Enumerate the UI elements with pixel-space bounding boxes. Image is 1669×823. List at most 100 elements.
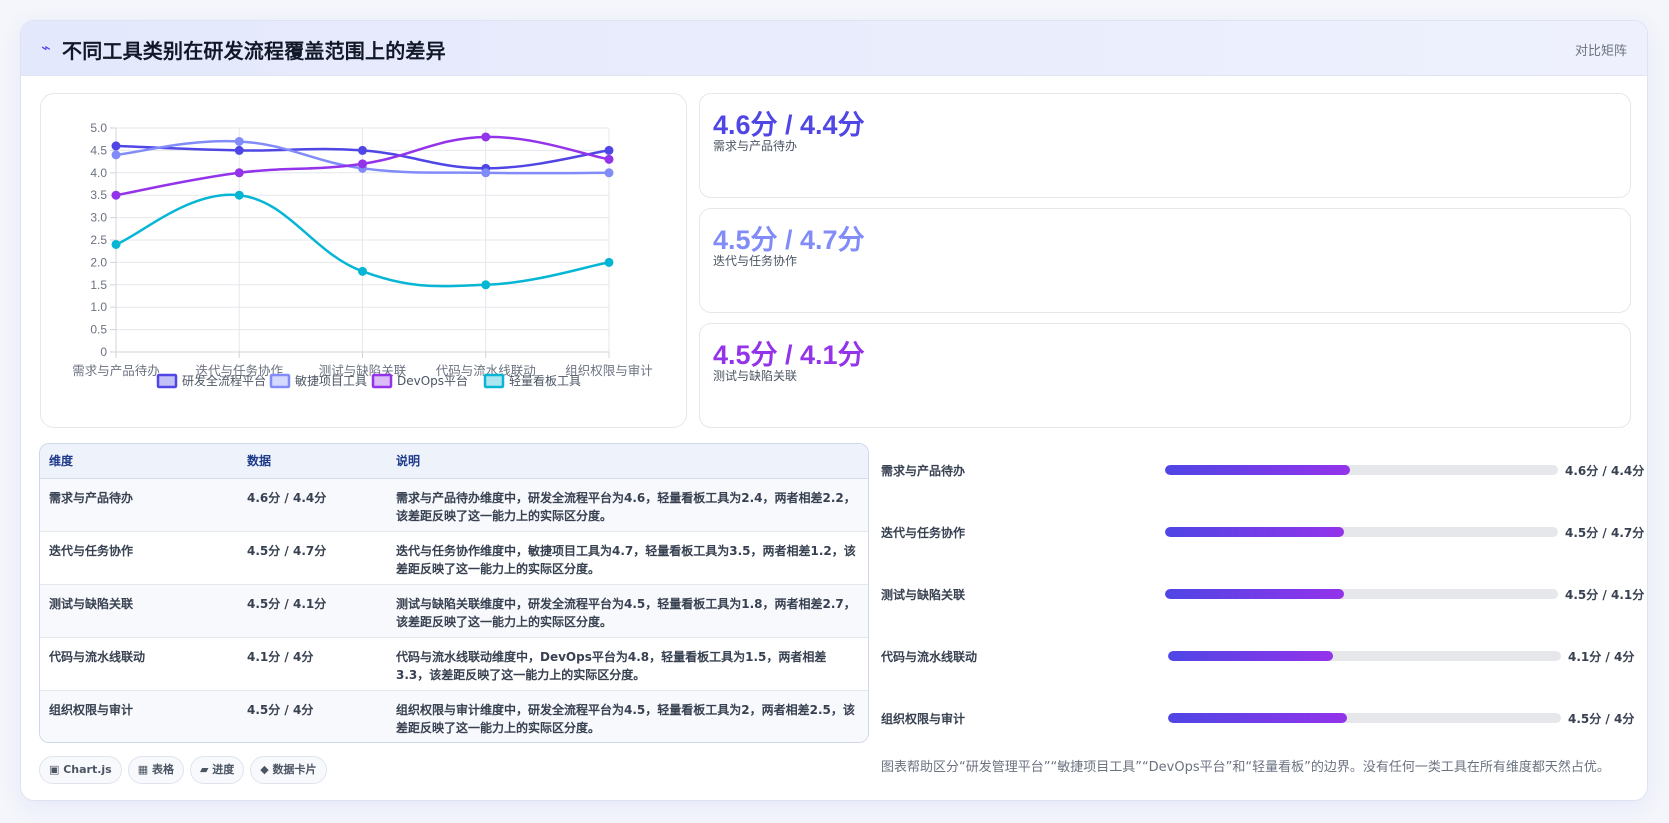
y-tick-label: 4.0 xyxy=(90,166,107,180)
table-row: 代码与流水线联动 4.1分 / 4分 代码与流水线联动维度中，DevOps平台为… xyxy=(40,637,868,691)
y-tick-label: 1.0 xyxy=(90,300,107,314)
cell-description: 代码与流水线联动维度中，DevOps平台为4.8，轻量看板工具为1.5，两者相差… xyxy=(387,637,868,691)
progress-value: 4.6分 / 4.4分 xyxy=(1565,464,1645,478)
data-point xyxy=(604,154,614,164)
y-tick-label: 0 xyxy=(100,345,107,359)
progress-track xyxy=(1168,651,1561,661)
chip-progress[interactable]: ▰ 进度 xyxy=(189,756,245,784)
y-tick-label: 0.5 xyxy=(90,323,107,337)
data-point xyxy=(481,280,491,290)
cell-data: 4.1分 / 4分 xyxy=(238,637,387,691)
cell-description: 测试与缺陷关联维度中，研发全流程平台为4.5，轻量看板工具为1.8，两者相差2.… xyxy=(387,584,868,638)
stat-card-3: 4.5分 / 4.1分 测试与缺陷关联 xyxy=(699,323,1631,428)
chip-table[interactable]: ▦ 表格 xyxy=(127,756,184,784)
y-tick-label: 3.5 xyxy=(90,188,107,202)
progress-fill xyxy=(1165,527,1344,537)
legend-label: DevOps平台 xyxy=(397,373,468,388)
progress-value: 4.5分 / 4分 xyxy=(1568,712,1635,726)
column-header: 说明 xyxy=(387,444,868,479)
cell-description: 需求与产品待办维度中，研发全流程平台为4.6，轻量看板工具为2.4，两者相差2.… xyxy=(387,478,868,532)
data-point xyxy=(604,168,614,178)
progress-label: 迭代与任务协作 xyxy=(881,526,966,540)
data-point xyxy=(234,168,244,178)
progress-value: 4.1分 / 4分 xyxy=(1568,650,1635,664)
progress-track xyxy=(1165,465,1558,475)
progress-fill xyxy=(1168,713,1347,723)
table-row: 迭代与任务协作 4.5分 / 4.7分 迭代与任务协作维度中，敏捷项目工具为4.… xyxy=(40,531,868,585)
legend-swatch xyxy=(483,373,505,389)
column-header: 维度 xyxy=(40,444,238,479)
progress-row: 需求与产品待办 4.6分 / 4.4分 xyxy=(881,459,1645,481)
table-header-row: 维度 数据 说明 xyxy=(40,444,868,479)
progress-row: 代码与流水线联动 4.1分 / 4分 xyxy=(881,645,1641,667)
legend-swatch xyxy=(269,373,291,389)
progress-track xyxy=(1165,527,1558,537)
header-tag: 对比矩阵 xyxy=(1574,44,1627,59)
line-chart: 00.51.01.52.02.53.03.54.04.55.0需求与产品待办 迭代… xyxy=(72,121,653,389)
progress-row: 测试与缺陷关联 4.5分 / 4.1分 xyxy=(881,583,1645,605)
legend-label: 轻量看板工具 xyxy=(509,374,581,388)
stat-card-1: 4.6分 / 4.4分 需求与产品待办 xyxy=(699,93,1631,198)
progress-label: 组织权限与审计 xyxy=(881,712,966,726)
x-tick-label: 需求与产品待办 xyxy=(72,363,160,378)
chip-data-card[interactable]: ◆ 数据卡片 xyxy=(250,756,327,784)
cell-dimension: 需求与产品待办 xyxy=(40,478,238,532)
progress-track xyxy=(1168,713,1561,723)
data-point xyxy=(111,190,121,200)
data-table-card: 维度 数据 说明 需求与产品待办 4.6分 / 4.4分 需求与产品待办维度中，… xyxy=(39,443,869,743)
cell-description: 迭代与任务协作维度中，敏捷项目工具为4.7，轻量看板工具为3.5，两者相差1.2… xyxy=(387,531,868,585)
cell-dimension: 组织权限与审计 xyxy=(49,702,134,717)
line-chart-card: 0 0.5 1.0 1.5 2.0 2.5 3.0 3.5 4.0 4.5 5.0 需求与产品待办 迭代… xyxy=(40,93,687,428)
stat-label: 迭代与任务协作 xyxy=(713,254,798,268)
data-point xyxy=(358,159,367,169)
cell-dimension: 迭代与任务协作 xyxy=(40,531,238,585)
data-point xyxy=(111,141,121,151)
cell-description: 组织权限与审计维度中，研发全流程平台为4.5，轻量看板工具为2，两者相差2.5，… xyxy=(396,702,855,735)
y-tick-label: 2.0 xyxy=(90,255,107,269)
footnote: 图表帮助区分“研发管理平台”“敏捷项目工具”“DevOps平台”和“轻量看板”的… xyxy=(881,760,1610,775)
data-point xyxy=(234,190,244,200)
column-header: 数据 xyxy=(238,444,387,479)
data-point xyxy=(358,145,367,155)
data-point xyxy=(234,145,244,155)
data-point xyxy=(358,266,367,276)
bolt-icon: ⌁ xyxy=(41,38,51,57)
progress-fill xyxy=(1165,589,1344,599)
data-point xyxy=(481,168,491,178)
table-row: 测试与缺陷关联 4.5分 / 4.1分 测试与缺陷关联维度中，研发全流程平台为4… xyxy=(40,584,868,638)
progress-fill xyxy=(1168,651,1334,661)
table-row: 需求与产品待办 4.6分 / 4.4分 需求与产品待办维度中，研发全流程平台为4… xyxy=(40,478,868,532)
chip-chartjs[interactable]: ▣ Chart.js xyxy=(39,756,122,784)
progress-value: 4.5分 / 4.1分 xyxy=(1565,588,1645,602)
progress-label: 测试与缺陷关联 xyxy=(881,588,966,602)
y-tick-label: 4.5 xyxy=(90,143,107,157)
progress-row: 迭代与任务协作 4.5分 / 4.7分 xyxy=(881,521,1645,543)
stat-label: 测试与缺陷关联 xyxy=(713,369,798,383)
data-point xyxy=(604,257,614,267)
progress-row: 组织权限与审计 4.5分 / 4分 xyxy=(881,707,1641,729)
data-point xyxy=(111,239,121,249)
data-point xyxy=(234,136,244,146)
legend-label: 敏捷项目工具 xyxy=(295,373,367,388)
legend-swatch xyxy=(371,373,393,389)
data-point xyxy=(481,132,491,142)
cell-dimension: 测试与缺陷关联 xyxy=(40,584,238,638)
y-tick-label: 3.0 xyxy=(90,211,107,225)
stat-label: 需求与产品待办 xyxy=(713,139,798,153)
data-point xyxy=(111,150,121,160)
progress-value: 4.5分 / 4.7分 xyxy=(1565,526,1645,540)
cell-data: 4.5分 / 4分 xyxy=(247,702,314,717)
cell-dimension: 代码与流水线联动 xyxy=(40,637,238,691)
y-tick-label: 1.5 xyxy=(90,278,107,292)
data-point xyxy=(604,145,614,155)
y-tick-label: 5.0 xyxy=(90,121,107,135)
y-tick-label: 2.5 xyxy=(90,233,107,247)
cell-data: 4.6分 / 4.4分 xyxy=(238,478,387,532)
table-row: 组织权限与审计 4.5分 / 4分 组织权限与审计维度中，研发全流程平台为4.5… xyxy=(40,690,868,742)
panel-header: ⌁ 不同工具类别在研发流程覆盖范围上的差异 对比矩阵 xyxy=(21,21,1647,76)
legend-label: 研发全流程平台 xyxy=(182,373,266,388)
cell-data: 4.5分 / 4.7分 xyxy=(238,531,387,585)
tech-chips: ▣ Chart.js ▦ 表格 ▰ 进度 ◆ 数据卡片 xyxy=(39,756,333,786)
progress-label: 代码与流水线联动 xyxy=(881,650,978,664)
data-table: 维度 数据 说明 需求与产品待办 4.6分 / 4.4分 需求与产品待办维度中，… xyxy=(40,444,868,742)
